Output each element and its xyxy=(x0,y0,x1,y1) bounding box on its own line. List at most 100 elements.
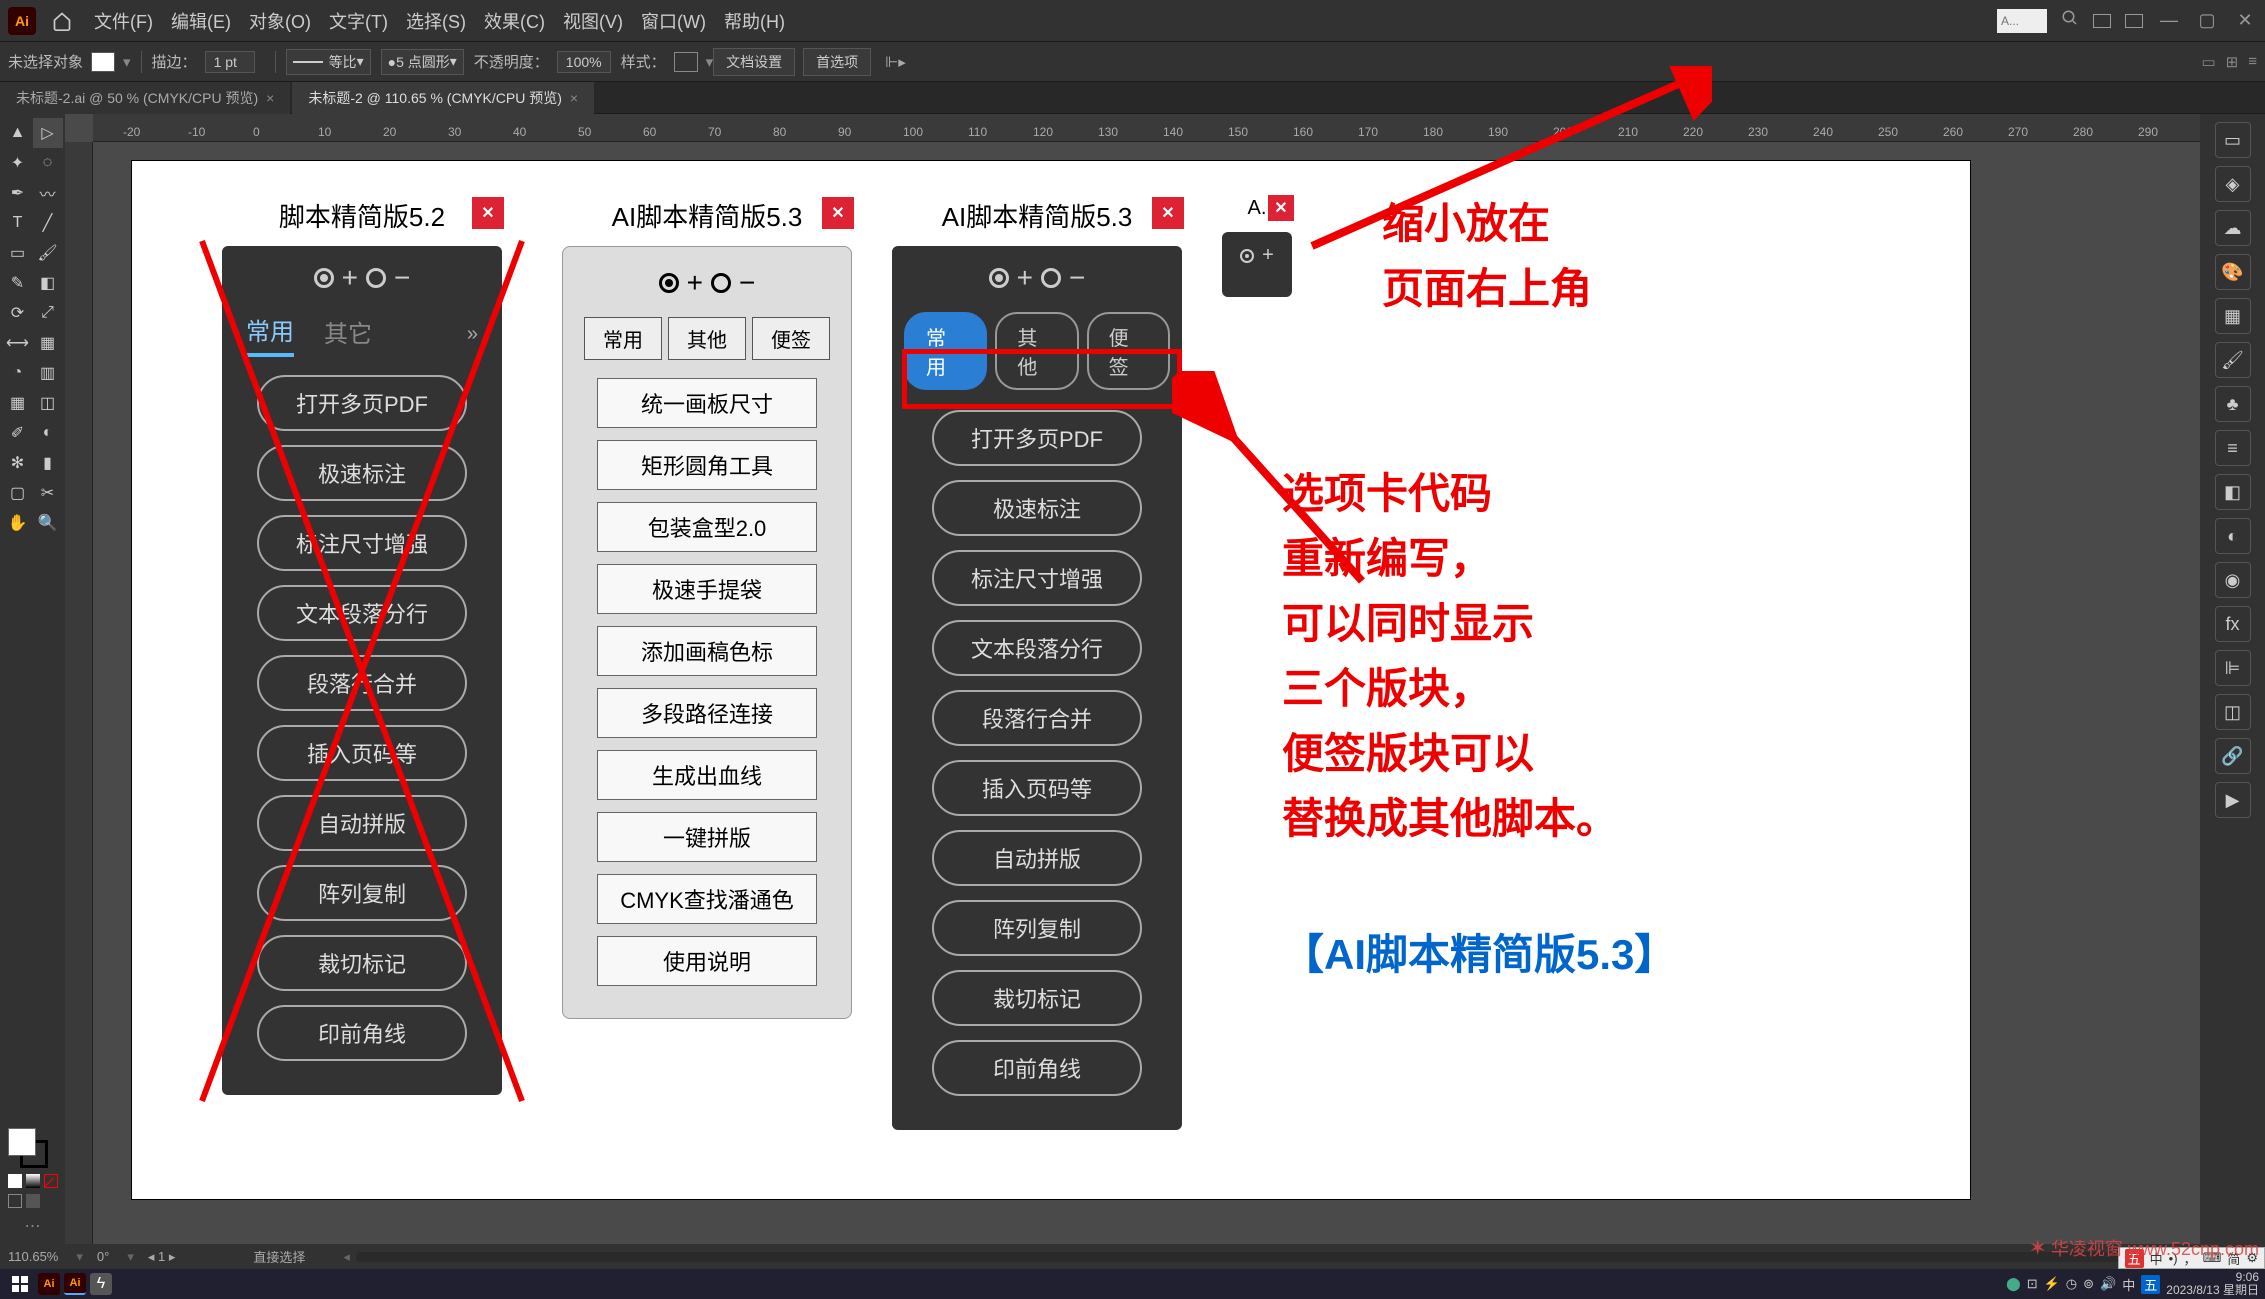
stroke-panel-icon[interactable]: ≡ xyxy=(2215,430,2251,466)
zoom-level[interactable]: 110.65% xyxy=(8,1249,58,1264)
gradient-mode-icon[interactable] xyxy=(26,1174,40,1188)
script-button[interactable]: 包装盒型2.0 xyxy=(597,502,817,552)
script-button[interactable]: 打开多页PDF xyxy=(932,410,1142,466)
links-panel-icon[interactable]: 🔗 xyxy=(2215,738,2251,774)
script-button[interactable]: 生成出血线 xyxy=(597,750,817,800)
hand-tool[interactable]: ✋ xyxy=(3,508,33,538)
menu-type[interactable]: 文字(T) xyxy=(329,8,388,34)
script-button[interactable]: 多段路径连接 xyxy=(597,688,817,738)
screen-mode-full-icon[interactable] xyxy=(26,1194,40,1208)
radio-selected[interactable] xyxy=(1240,249,1254,263)
none-mode-icon[interactable] xyxy=(44,1174,58,1188)
artboard-tool[interactable]: ▢ xyxy=(3,478,33,508)
canvas[interactable]: 脚本精简版5.2 ✕ + − 常用 其它 » 打开多页PDF 极速 xyxy=(93,142,2200,1244)
taskbar-ai-2[interactable]: Ai xyxy=(64,1273,86,1295)
artboard-nav[interactable]: ◂ 1 ▸ xyxy=(148,1249,176,1265)
script-button[interactable]: 阵列复制 xyxy=(932,900,1142,956)
ruler-vertical[interactable] xyxy=(65,142,93,1244)
system-clock[interactable]: 9:06 2023/8/13 星期日 xyxy=(2166,1271,2259,1297)
menu-file[interactable]: 文件(F) xyxy=(94,8,153,34)
doc-tab-2[interactable]: 未标题-2 @ 110.65 % (CMYK/CPU 预览)× xyxy=(292,82,594,114)
script-button[interactable]: 极速标注 xyxy=(257,445,467,501)
stroke-weight-input[interactable]: 1 pt xyxy=(205,51,255,73)
blend-tool[interactable]: ◐ xyxy=(33,418,63,448)
script-button[interactable]: 极速手提袋 xyxy=(597,564,817,614)
tab-other[interactable]: 其它 xyxy=(324,314,372,355)
rotate-tool[interactable]: ⟳ xyxy=(3,298,33,328)
close-button[interactable]: ✕ xyxy=(1268,195,1294,221)
close-button[interactable]: ✕ xyxy=(1152,197,1184,229)
close-button[interactable]: ✕ xyxy=(472,197,504,229)
pathfinder-panel-icon[interactable]: ◫ xyxy=(2215,694,2251,730)
symbols-panel-icon[interactable]: ♣ xyxy=(2215,386,2251,422)
panel-dock-icon[interactable]: ⊞ xyxy=(2226,53,2239,71)
layers-panel-icon[interactable]: ◈ xyxy=(2215,166,2251,202)
play-panel-icon[interactable]: ▶ xyxy=(2215,782,2251,818)
menu-select[interactable]: 选择(S) xyxy=(406,8,466,34)
type-tool[interactable]: T xyxy=(3,208,33,238)
fill-swatch[interactable] xyxy=(8,1128,36,1156)
menu-view[interactable]: 视图(V) xyxy=(563,8,623,34)
start-button[interactable] xyxy=(6,1272,34,1296)
eraser-tool[interactable]: ◧ xyxy=(33,268,63,298)
document-setup-button[interactable]: 文档设置 xyxy=(713,48,795,76)
script-button[interactable]: 添加画稿色标 xyxy=(597,626,817,676)
close-button[interactable]: ✕ xyxy=(822,197,854,229)
tab-notes[interactable]: 便签 xyxy=(1087,312,1170,390)
close-icon[interactable]: × xyxy=(266,90,274,106)
script-button[interactable]: 插入页码等 xyxy=(257,725,467,781)
shaper-tool[interactable]: ✎ xyxy=(3,268,33,298)
tab-other[interactable]: 其他 xyxy=(995,312,1078,390)
screen-mode-normal-icon[interactable] xyxy=(8,1194,22,1208)
maximize-icon[interactable]: ▢ xyxy=(2195,10,2219,31)
tray-icon[interactable]: ⊡ xyxy=(2027,1276,2038,1292)
radio-unselected[interactable] xyxy=(711,273,731,293)
radio-selected[interactable] xyxy=(659,273,679,293)
panel-toggle-icon[interactable]: ▭ xyxy=(2201,53,2215,71)
script-button[interactable]: 文本段落分行 xyxy=(932,620,1142,676)
script-button[interactable]: 印前角线 xyxy=(257,1005,467,1061)
ruler-horizontal[interactable]: -20-100102030405060708090100110120130140… xyxy=(93,114,2200,142)
close-icon[interactable]: × xyxy=(570,90,578,106)
fill-stroke-swap[interactable] xyxy=(8,1128,48,1168)
tray-icon[interactable]: ⚡ xyxy=(2044,1276,2060,1292)
menu-object[interactable]: 对象(O) xyxy=(249,8,311,34)
menu-effect[interactable]: 效果(C) xyxy=(484,8,545,34)
gradient-panel-icon[interactable]: ◧ xyxy=(2215,474,2251,510)
script-button[interactable]: 印前角线 xyxy=(932,1040,1142,1096)
preferences-button[interactable]: 首选项 xyxy=(803,48,871,76)
gradient-tool[interactable]: ◫ xyxy=(33,388,63,418)
script-button[interactable]: 自动拼版 xyxy=(932,830,1142,886)
eyedropper-tool[interactable]: ✐ xyxy=(3,418,33,448)
home-icon[interactable] xyxy=(48,7,76,35)
curvature-tool[interactable]: 〰 xyxy=(33,178,63,208)
script-button[interactable]: 标注尺寸增强 xyxy=(932,550,1142,606)
radio-unselected[interactable] xyxy=(1041,268,1061,288)
lasso-tool[interactable]: ◌ xyxy=(33,148,63,178)
scale-tool[interactable]: ⤢ xyxy=(33,298,63,328)
align-icon[interactable]: ⊩▸ xyxy=(885,53,906,71)
tray-ime[interactable]: 中 xyxy=(2122,1275,2135,1294)
doc-tab-1[interactable]: 未标题-2.ai @ 50 % (CMYK/CPU 预览)× xyxy=(0,82,290,114)
width-tool[interactable]: ⟷ xyxy=(3,328,33,358)
radio-unselected[interactable] xyxy=(366,268,386,288)
tray-icon[interactable]: ◷ xyxy=(2066,1276,2077,1292)
script-button[interactable]: 使用说明 xyxy=(597,936,817,986)
taskbar-app[interactable]: ϟ xyxy=(90,1273,112,1295)
script-button[interactable]: 统一画板尺寸 xyxy=(597,378,817,428)
appearance-panel-icon[interactable]: ◉ xyxy=(2215,562,2251,598)
script-button[interactable]: 阵列复制 xyxy=(257,865,467,921)
script-button[interactable]: 一键拼版 xyxy=(597,812,817,862)
fill-swatch[interactable] xyxy=(91,52,115,72)
libraries-panel-icon[interactable]: ☁ xyxy=(2215,210,2251,246)
search-icon[interactable] xyxy=(2061,9,2079,33)
free-transform-tool[interactable]: ▦ xyxy=(33,328,63,358)
transparency-panel-icon[interactable]: ◐ xyxy=(2215,518,2251,554)
align-panel-icon[interactable]: ⊫ xyxy=(2215,650,2251,686)
edit-toolbar-icon[interactable]: ⋯ xyxy=(8,1216,58,1236)
tab-common[interactable]: 常用 xyxy=(584,317,662,360)
radio-selected[interactable] xyxy=(989,268,1009,288)
tray-icon[interactable]: ⊚ xyxy=(2083,1276,2094,1292)
stroke-profile-dropdown[interactable]: 等比 ▾ xyxy=(286,49,371,75)
rotation[interactable]: 0° xyxy=(97,1249,109,1264)
